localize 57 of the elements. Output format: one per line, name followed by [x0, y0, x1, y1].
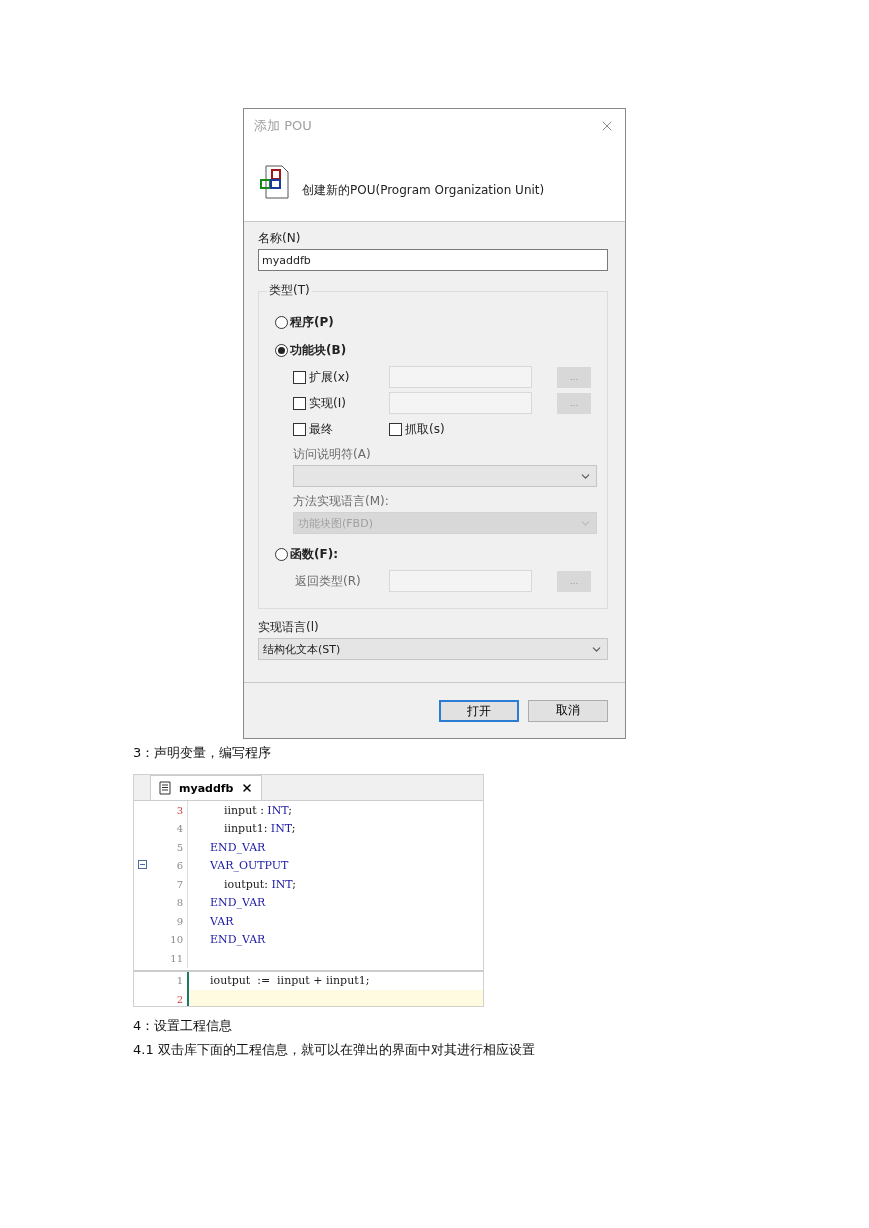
code-line: VAR_OUTPUT: [210, 859, 289, 873]
checkbox-label: 抓取(s): [405, 420, 445, 438]
collapse-icon[interactable]: [138, 860, 147, 870]
line-number: 11: [169, 952, 184, 964]
code-line: iinput : INT;: [223, 803, 292, 817]
dialog-heading: 创建新的POU(Program Organization Unit): [302, 181, 545, 199]
line-number: 3: [175, 804, 184, 816]
line-number: 1: [175, 975, 184, 987]
pou-document-icon: [260, 165, 292, 199]
field-label: 返回类型(R): [294, 572, 362, 590]
radio-label: 函数(F):: [290, 545, 338, 563]
code-line: ioutput: INT;: [223, 877, 297, 891]
code-line: END_VAR: [210, 840, 266, 854]
checkbox-label: 扩展(x): [309, 368, 350, 386]
editor-tab[interactable]: myaddfb: [150, 775, 263, 800]
dialog-button[interactable]: 打开: [439, 699, 519, 722]
dialog-title: 添加 POU: [254, 117, 312, 135]
checkbox[interactable]: [389, 422, 402, 436]
code-line: VAR: [210, 914, 234, 928]
radio-button[interactable]: [275, 315, 288, 329]
code-line: END_VAR: [210, 896, 266, 910]
name-field[interactable]: myaddfb: [258, 249, 608, 271]
line-number: 2: [175, 993, 184, 1005]
line-number: 4: [175, 823, 184, 835]
code-line: iinput1: INT;: [223, 822, 296, 836]
field-label: 名称(N): [258, 230, 302, 247]
dropdown[interactable]: 结构化文本(ST): [258, 638, 608, 660]
text-field[interactable]: [389, 392, 532, 414]
group-legend: 类型(T): [267, 282, 312, 299]
checkbox-label: 最终: [309, 420, 333, 438]
code-line: END_VAR: [210, 933, 266, 947]
step-heading: 3：声明变量，编写程序: [133, 744, 273, 762]
checkbox[interactable]: [293, 422, 306, 436]
line-number: 9: [175, 915, 184, 927]
dialog-button[interactable]: 取消: [528, 699, 608, 722]
text-field[interactable]: [389, 366, 532, 388]
field-label: 方法实现语言(M):: [293, 493, 390, 510]
radio-button[interactable]: [275, 343, 288, 357]
step-heading: 4：设置工程信息: [133, 1017, 234, 1035]
line-number: 7: [175, 878, 184, 890]
step-text: 4.1 双击库下面的工程信息，就可以在弹出的界面中对其进行相应设置: [133, 1041, 536, 1059]
checkbox-label: 实现(I): [309, 394, 346, 412]
radio-label: 功能块(B): [290, 341, 347, 359]
checkbox[interactable]: [293, 370, 306, 384]
checkbox[interactable]: [293, 396, 306, 410]
document-icon: [159, 781, 171, 795]
field-label: 访问说明符(A): [293, 446, 372, 463]
line-number: 6: [175, 860, 184, 872]
radio-button[interactable]: [275, 547, 288, 561]
field-label: 实现语言(l): [258, 619, 320, 636]
radio-label: 程序(P): [290, 313, 334, 331]
line-number: 5: [175, 841, 184, 853]
code-line: ioutput := iinput + iinput1;: [210, 974, 370, 988]
close-icon[interactable]: [241, 782, 254, 794]
line-number: 8: [175, 897, 184, 909]
text-field[interactable]: [389, 570, 532, 592]
line-number: 10: [169, 934, 184, 946]
